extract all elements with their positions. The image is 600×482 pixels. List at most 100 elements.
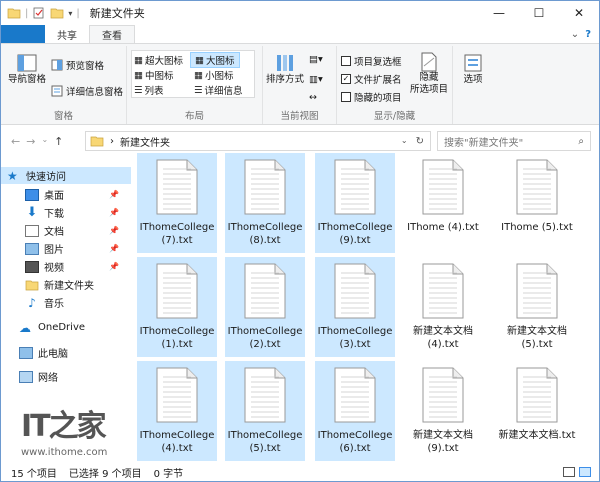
sidebar-item-videos[interactable]: 视频 📌 (1, 258, 131, 275)
document-icon (25, 224, 39, 237)
up-arrow-icon[interactable]: ↑ (54, 135, 63, 148)
help-icon[interactable]: ? (585, 29, 591, 40)
breadcrumb-current[interactable]: 新建文件夹 (120, 134, 170, 149)
separator: | (76, 7, 80, 19)
sort-by-button[interactable]: 排序方式 (265, 52, 305, 86)
sidebar-item-documents[interactable]: 文档 📌 (1, 222, 131, 239)
sidebar-network[interactable]: 网络 (1, 368, 131, 385)
large-icons-view-icon[interactable] (579, 467, 591, 477)
pin-icon[interactable]: 📌 (109, 208, 119, 217)
file-item[interactable]: IThomeCollege (2).txt (225, 257, 305, 357)
tab-view[interactable]: 查看 (89, 25, 135, 43)
group-by-button[interactable]: ▤▾ (309, 54, 323, 65)
file-name: IThomeCollege (3).txt (317, 326, 393, 350)
preview-pane-button[interactable]: 预览窗格 (51, 58, 104, 72)
sidebar-item-desktop[interactable]: 桌面 📌 (1, 186, 131, 203)
picture-icon (25, 242, 39, 255)
add-columns-icon: ▥▾ (309, 74, 323, 85)
music-note-icon: ♪ (28, 295, 36, 310)
file-item[interactable]: IThomeCollege (6).txt (315, 361, 395, 461)
star-icon: ★ (7, 168, 18, 183)
new-folder-icon[interactable] (50, 7, 64, 19)
sidebar-item-pictures[interactable]: 图片 📌 (1, 240, 131, 257)
hide-selected-button[interactable]: 隐藏 所选项目 (407, 52, 451, 96)
search-placeholder: 搜索"新建文件夹" (444, 137, 524, 149)
sidebar-item-new-folder[interactable]: 新建文件夹 (1, 276, 131, 293)
sidebar-item-downloads[interactable]: ⬇ 下载 📌 (1, 204, 131, 221)
tab-share[interactable]: 共享 (45, 25, 89, 43)
layout-list[interactable]: ☰ 列表 (134, 83, 164, 98)
recent-dropdown-icon[interactable]: ⌄ (41, 135, 48, 148)
hidden-items-toggle[interactable]: 隐藏的项目 (341, 90, 402, 104)
file-ext-checkbox[interactable]: ✓ (341, 74, 351, 84)
file-item[interactable]: IThomeCollege (1).txt (137, 257, 217, 357)
layout-xlarge-icons[interactable]: ▦ 超大图标 (134, 53, 183, 68)
file-item[interactable]: IThome (5).txt (497, 153, 577, 253)
text-file-icon (244, 367, 286, 423)
file-item[interactable]: 新建文本文档.txt (497, 361, 577, 461)
sidebar-onedrive[interactable]: ☁ OneDrive (1, 319, 131, 336)
video-icon (25, 260, 39, 273)
file-name: 新建文本文档 (4).txt (413, 326, 473, 350)
folder-icon[interactable] (7, 7, 21, 19)
address-dropdown-icon[interactable]: ⌄ (401, 136, 408, 147)
folder-icon (25, 280, 39, 290)
pin-icon[interactable]: 📌 (109, 190, 119, 199)
file-list: IThomeCollege (7).txt IThomeCollege (8).t… (131, 153, 599, 463)
quick-access-toolbar: | ▾ | (1, 7, 80, 19)
address-bar[interactable]: › 新建文件夹 ⌄ ↻ (85, 131, 431, 151)
sidebar-quick-access[interactable]: ★ 快速访问 (1, 167, 131, 184)
customize-dropdown-icon[interactable]: ▾ (68, 9, 72, 18)
file-item[interactable]: 新建文本文档 (4).txt (403, 257, 483, 357)
nav-buttons: ← → ⌄ ↑ (1, 135, 85, 148)
sort-icon (277, 55, 293, 71)
maximize-button[interactable]: ☐ (519, 1, 559, 25)
pin-icon[interactable]: 📌 (109, 226, 119, 235)
sidebar-item-music[interactable]: ♪ 音乐 (1, 294, 131, 311)
sidebar-this-pc[interactable]: 此电脑 (1, 344, 131, 361)
file-item[interactable]: IThomeCollege (3).txt (315, 257, 395, 357)
text-file-icon (422, 263, 464, 319)
minimize-button[interactable]: — (479, 1, 519, 25)
options-button[interactable]: 选项 (455, 52, 491, 86)
properties-icon[interactable] (32, 7, 46, 19)
nav-pane-button[interactable]: 导航窗格 (5, 52, 49, 86)
file-item[interactable]: 新建文本文档 (5).txt (497, 257, 577, 357)
forward-arrow-icon[interactable]: → (26, 135, 35, 148)
hide-selected-icon (421, 52, 437, 72)
hidden-items-checkbox[interactable] (341, 92, 351, 102)
details-view-icon[interactable] (563, 467, 575, 477)
pin-icon[interactable]: 📌 (109, 244, 119, 253)
text-file-icon (516, 263, 558, 319)
item-checkboxes-toggle[interactable]: 项目复选框 (341, 54, 402, 68)
file-item[interactable]: 新建文本文档 (9).txt (403, 361, 483, 461)
size-columns-button[interactable]: ↔ (309, 92, 317, 103)
refresh-icon[interactable]: ↻ (416, 136, 424, 147)
file-item[interactable]: IThomeCollege (4).txt (137, 361, 217, 461)
close-button[interactable]: ✕ (559, 1, 599, 25)
file-item[interactable]: IThome (4).txt (403, 153, 483, 253)
back-arrow-icon[interactable]: ← (11, 135, 20, 148)
preview-pane-icon (51, 59, 63, 71)
add-columns-button[interactable]: ▥▾ (309, 74, 323, 85)
item-checkboxes-checkbox[interactable] (341, 56, 351, 66)
file-item[interactable]: IThomeCollege (7).txt (137, 153, 217, 253)
separator: | (25, 7, 29, 19)
layout-details[interactable]: ☰ 详细信息 (194, 83, 243, 98)
details-pane-button[interactable]: 详细信息窗格 (51, 84, 123, 98)
xlarge-icons-icon: ▦ (134, 54, 143, 66)
layout-small-icons[interactable]: ▦ 小图标 (194, 68, 234, 83)
search-box[interactable]: 搜索"新建文件夹" ⌕ (437, 131, 591, 151)
item-count: 15 个项目 (11, 468, 57, 480)
search-icon[interactable]: ⌕ (578, 136, 590, 147)
text-file-icon (156, 367, 198, 423)
layout-large-icons[interactable]: ▦ 大图标 (190, 52, 240, 68)
file-ext-toggle[interactable]: ✓ 文件扩展名 (341, 72, 402, 86)
file-item[interactable]: IThomeCollege (5).txt (225, 361, 305, 461)
collapse-ribbon-icon[interactable]: ⌄ (571, 29, 579, 40)
layout-medium-icons[interactable]: ▦ 中图标 (134, 68, 174, 83)
file-item[interactable]: IThomeCollege (8).txt (225, 153, 305, 253)
title-bar: | ▾ | 新建文件夹 — ☐ ✕ (1, 1, 599, 25)
pin-icon[interactable]: 📌 (109, 262, 119, 271)
file-item[interactable]: IThomeCollege (9).txt (315, 153, 395, 253)
